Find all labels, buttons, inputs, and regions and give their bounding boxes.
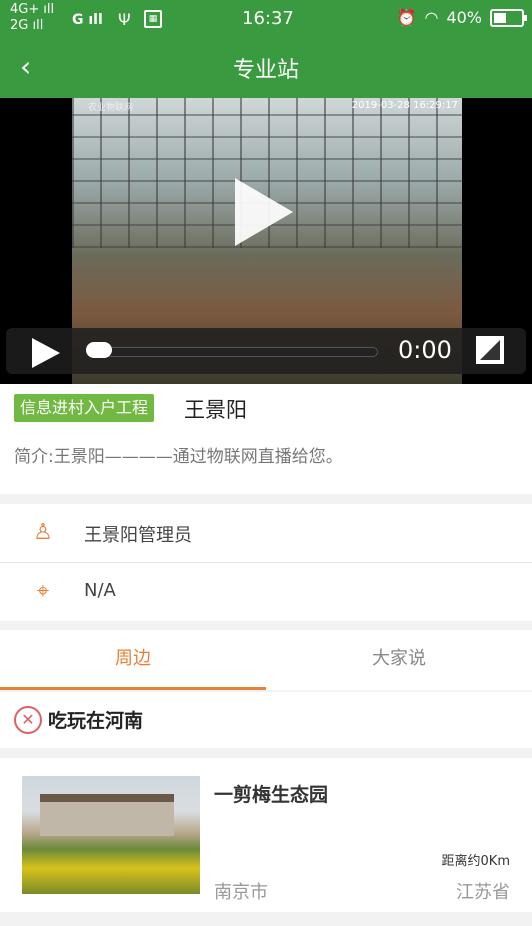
network-g-indicator: G ıll [72,12,103,28]
status-bar: 4G+ ıll 2G ıll G ıll Ψ ▦ 16:37 ⏰ ◠ 40% [0,0,532,38]
active-tab-indicator [0,687,266,690]
listing-distance: 距离约0Km [441,854,510,869]
wifi-icon: ◠ [424,8,439,27]
tab-comments[interactable]: 大家说 [266,630,532,688]
station-info: 信息进村入户工程 王景阳 简介:王景阳————通过物联网直播给您。 [0,384,532,494]
seek-handle[interactable] [86,342,112,358]
station-name: 王景阳 [184,398,247,422]
signal-icon: ıll [43,2,55,17]
signal-icon: ıll [32,18,44,33]
notification-icon: ▦ [144,10,162,28]
listing-card[interactable]: 一剪梅生态园 距离约0Km 南京市 江苏省 [0,758,532,912]
category-header: ✕ 吃玩在河南 [0,692,532,748]
alarm-icon: ⏰ [396,8,417,27]
page-bottom [0,912,532,926]
play-button[interactable] [32,338,60,368]
listing-title: 一剪梅生态园 [214,784,329,806]
video-time: 0:00 [398,336,452,364]
video-watermark: 农业物联网 [88,103,134,113]
battery-icon [490,8,527,27]
page-title: 专业站 [232,58,299,83]
close-circle-icon: ✕ [14,706,42,734]
address-row: ⌖ N/A [0,563,532,621]
user-icon: ♙ [33,520,53,545]
listing-province: 江苏省 [456,882,510,903]
battery-percent: 40% [446,8,482,27]
manager-name: 王景阳管理员 [84,525,192,546]
seek-bar[interactable] [90,347,378,357]
listing-thumbnail [22,776,200,894]
nav-bar: ‹ 专业站 [0,38,532,98]
clock: 16:37 [242,8,294,29]
play-icon[interactable] [235,178,293,246]
network-indicators: 4G+ ıll 2G ıll [10,3,54,33]
video-player[interactable]: 农业物联网 2019-03-28 16:29:17 0:00 [0,98,532,384]
tab-bar: 周边 大家说 [0,630,532,690]
tab-nearby[interactable]: 周边 [0,630,266,688]
address-text: N/A [84,580,116,601]
listing-city: 南京市 [214,882,268,903]
network-4g-label: 4G+ [10,2,40,17]
location-pin-icon: ⌖ [36,579,50,604]
usb-icon: Ψ [118,10,131,29]
network-2g-label: 2G [10,18,29,33]
fullscreen-icon[interactable] [476,336,504,364]
video-timestamp: 2019-03-28 16:29:17 [351,100,458,111]
station-intro: 简介:王景阳————通过物联网直播给您。 [14,447,343,467]
category-label: 吃玩在河南 [48,710,144,732]
manager-row: ♙ 王景阳管理员 [0,504,532,562]
status-right: ⏰ ◠ 40% [396,8,527,27]
project-tag: 信息进村入户工程 [14,394,155,422]
building-image [40,794,174,836]
video-controls: 0:00 [6,328,526,374]
